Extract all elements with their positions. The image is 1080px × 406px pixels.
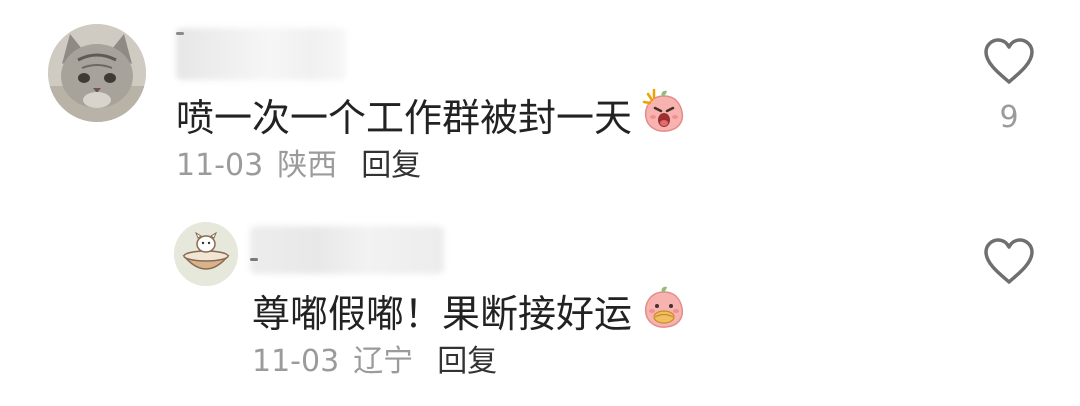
reply-button[interactable]: 回复 <box>361 144 421 188</box>
eating-peach-sticker-icon <box>640 284 688 343</box>
bowl-avatar-icon <box>174 222 238 286</box>
reply-text: 尊嘟假嘟！果断接好运 <box>252 291 633 336</box>
reply-button[interactable]: 回复 <box>437 340 497 384</box>
comment-location: 陕西 <box>277 148 338 183</box>
like-button[interactable] <box>982 36 1036 90</box>
cat-avatar-icon <box>48 24 146 122</box>
comment-body: 喷一次一个工作群被封一天 <box>176 88 688 147</box>
avatar[interactable] <box>48 24 146 122</box>
comment-date: 11-03 <box>176 148 264 183</box>
like-count: 9 <box>999 100 1019 135</box>
avatar[interactable] <box>174 222 238 286</box>
username-mark <box>176 32 184 35</box>
username-blurred <box>176 28 346 80</box>
comment-thread: 喷一次一个工作群被封一天 11-03 陕西 回复 9 尊嘟假嘟！果断接好运 11… <box>0 0 1080 406</box>
username-blurred <box>250 226 444 274</box>
reply-body: 尊嘟假嘟！果断接好运 <box>252 284 688 343</box>
comment-meta: 11-03 陕西 回复 <box>176 144 421 188</box>
reply-location: 辽宁 <box>353 344 414 379</box>
shouting-peach-sticker-icon <box>640 88 688 147</box>
comment-text: 喷一次一个工作群被封一天 <box>176 95 633 140</box>
like-button[interactable] <box>982 236 1036 290</box>
reply-meta: 11-03 辽宁 回复 <box>252 340 497 384</box>
username-mark <box>250 258 258 261</box>
reply-date: 11-03 <box>252 344 340 379</box>
heart-outline-icon <box>984 38 1034 84</box>
heart-outline-icon <box>984 238 1034 284</box>
